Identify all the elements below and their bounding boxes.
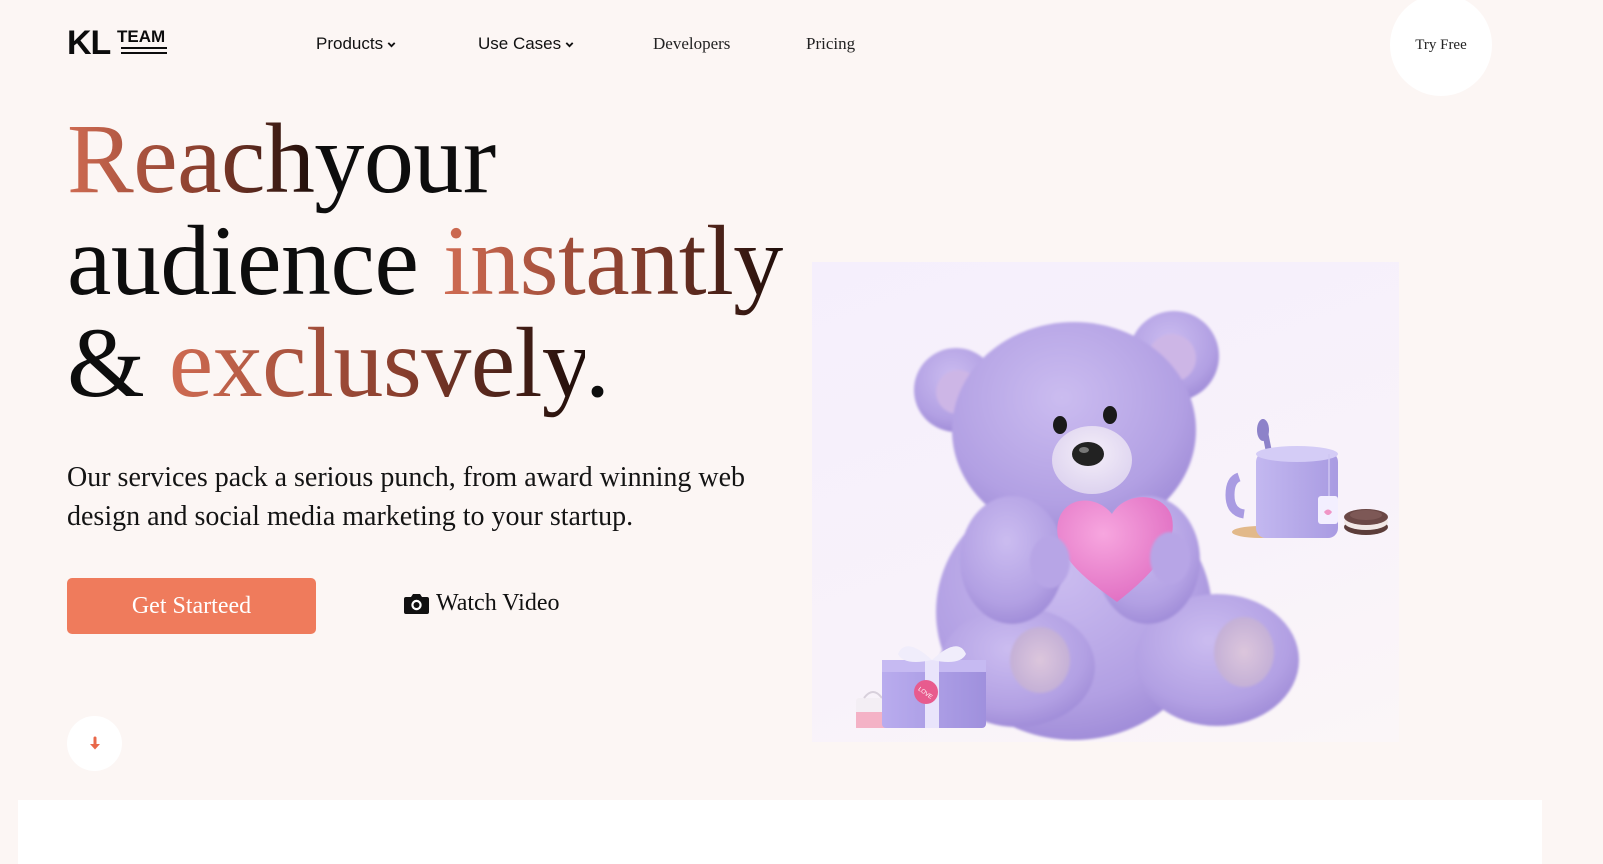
try-free-label: Try Free: [1415, 36, 1467, 53]
headline-text: audience: [67, 205, 443, 316]
mug-illustration: [1225, 419, 1388, 538]
headline-accent: exclusvely: [168, 307, 586, 418]
cookie-illustration: [1344, 509, 1388, 535]
teddy-bear-illustration: LOVE: [856, 311, 1388, 740]
nav-pricing[interactable]: Pricing: [806, 33, 855, 55]
headline-accent: instantly: [442, 205, 783, 316]
headline-accent: Reach: [67, 103, 315, 214]
logo-mark: KL: [67, 24, 111, 62]
camera-icon: [404, 594, 429, 614]
nav-pricing-label: Pricing: [806, 34, 856, 53]
nav-developers[interactable]: Developers: [653, 33, 730, 55]
headline-text: your: [314, 103, 496, 214]
scroll-down-button[interactable]: [67, 716, 122, 771]
logo-underline: [121, 52, 167, 54]
watch-video-label: Watch Video: [436, 590, 560, 616]
watch-video-button[interactable]: Watch Video: [403, 590, 559, 617]
nav-developers-label: Developers: [653, 34, 731, 53]
chevron-down-icon: [387, 41, 396, 47]
hero-subtext: Our services pack a serious punch, from …: [67, 462, 746, 532]
try-free-button[interactable]: Try Free: [1390, 0, 1492, 96]
nav-use-cases[interactable]: Use Cases: [478, 33, 575, 55]
logo-underline: [121, 47, 167, 49]
logo[interactable]: KL TEAM: [67, 26, 177, 60]
hero-headline: Reachyour audience instantly & exclusvel…: [67, 108, 783, 414]
next-section-panel: [18, 800, 1542, 864]
arrow-down-icon: [89, 736, 100, 749]
headline-text: &: [67, 307, 169, 418]
chevron-down-icon: [565, 41, 574, 47]
get-started-button[interactable]: Get Starteed: [67, 578, 316, 634]
headline-text: .: [584, 307, 610, 418]
nav-use-cases-label: Use Cases: [478, 34, 562, 53]
nav-products[interactable]: Products: [316, 33, 397, 55]
logo-wordmark: TEAM: [117, 27, 166, 46]
nav-products-label: Products: [316, 34, 384, 53]
